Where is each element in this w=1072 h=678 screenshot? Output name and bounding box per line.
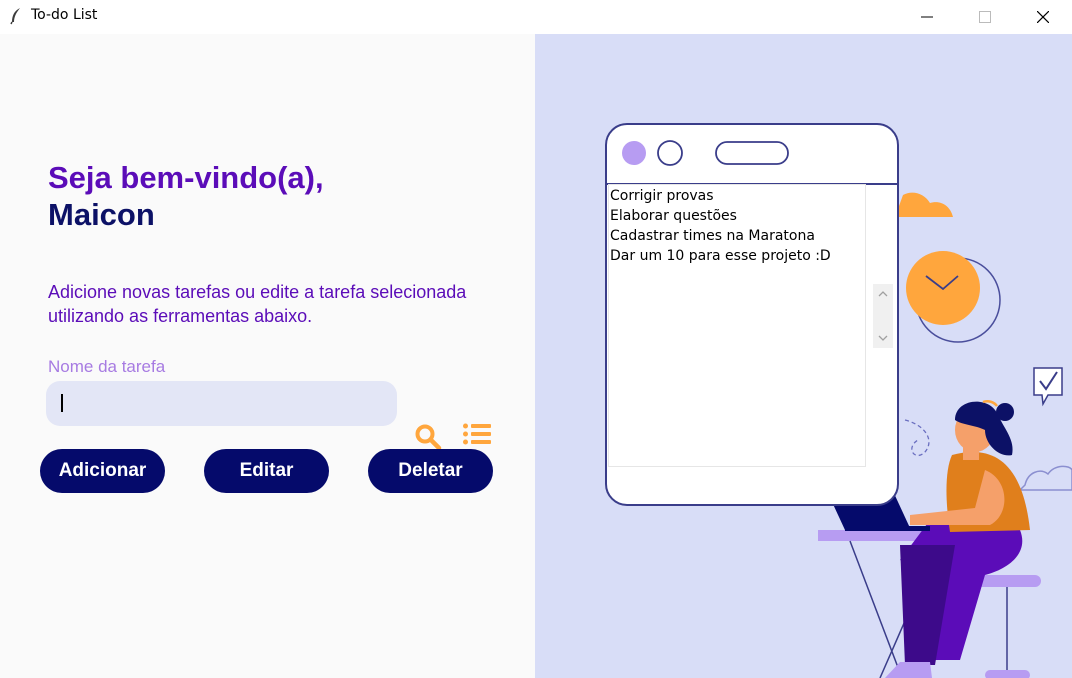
scroll-arrows-icon (878, 291, 888, 341)
listbox-scrollbar[interactable] (873, 284, 893, 348)
list-tasks-button[interactable] (462, 422, 492, 451)
list-icon (463, 423, 491, 445)
dot-empty-icon (657, 140, 683, 166)
delete-button[interactable]: Deletar (368, 449, 493, 493)
list-item[interactable]: Dar um 10 para esse projeto :D (610, 248, 831, 264)
minimize-icon (921, 16, 933, 18)
dot-filled-icon (622, 141, 646, 165)
task-name-label: Nome da tarefa (48, 357, 166, 376)
list-item[interactable]: Cadastrar times na Maratona (610, 228, 815, 244)
feather-icon (10, 8, 20, 25)
text-caret (61, 394, 63, 412)
edit-button[interactable]: Editar (204, 449, 329, 493)
list-item[interactable]: Elaborar questões (610, 208, 737, 224)
close-icon (1037, 11, 1049, 23)
user-name: Maicon (48, 197, 155, 232)
welcome-heading: Seja bem-vindo(a), (48, 160, 324, 195)
list-item[interactable]: Corrigir provas (610, 188, 714, 204)
maximize-icon (979, 11, 991, 23)
task-listbox[interactable] (608, 184, 866, 467)
close-button[interactable] (1014, 0, 1072, 34)
minimize-button[interactable] (898, 0, 956, 34)
instructions-text: Adicione novas tarefas ou edite a tarefa… (48, 282, 467, 326)
title-bar: To-do List (0, 0, 1072, 34)
search-icon (415, 424, 442, 451)
add-button[interactable]: Adicionar (40, 449, 165, 493)
maximize-button[interactable] (956, 0, 1014, 34)
window-title: To-do List (31, 7, 98, 23)
window-controls (622, 140, 789, 166)
task-name-input[interactable] (46, 381, 397, 426)
search-pill-icon (715, 141, 789, 165)
form-panel (0, 34, 535, 678)
